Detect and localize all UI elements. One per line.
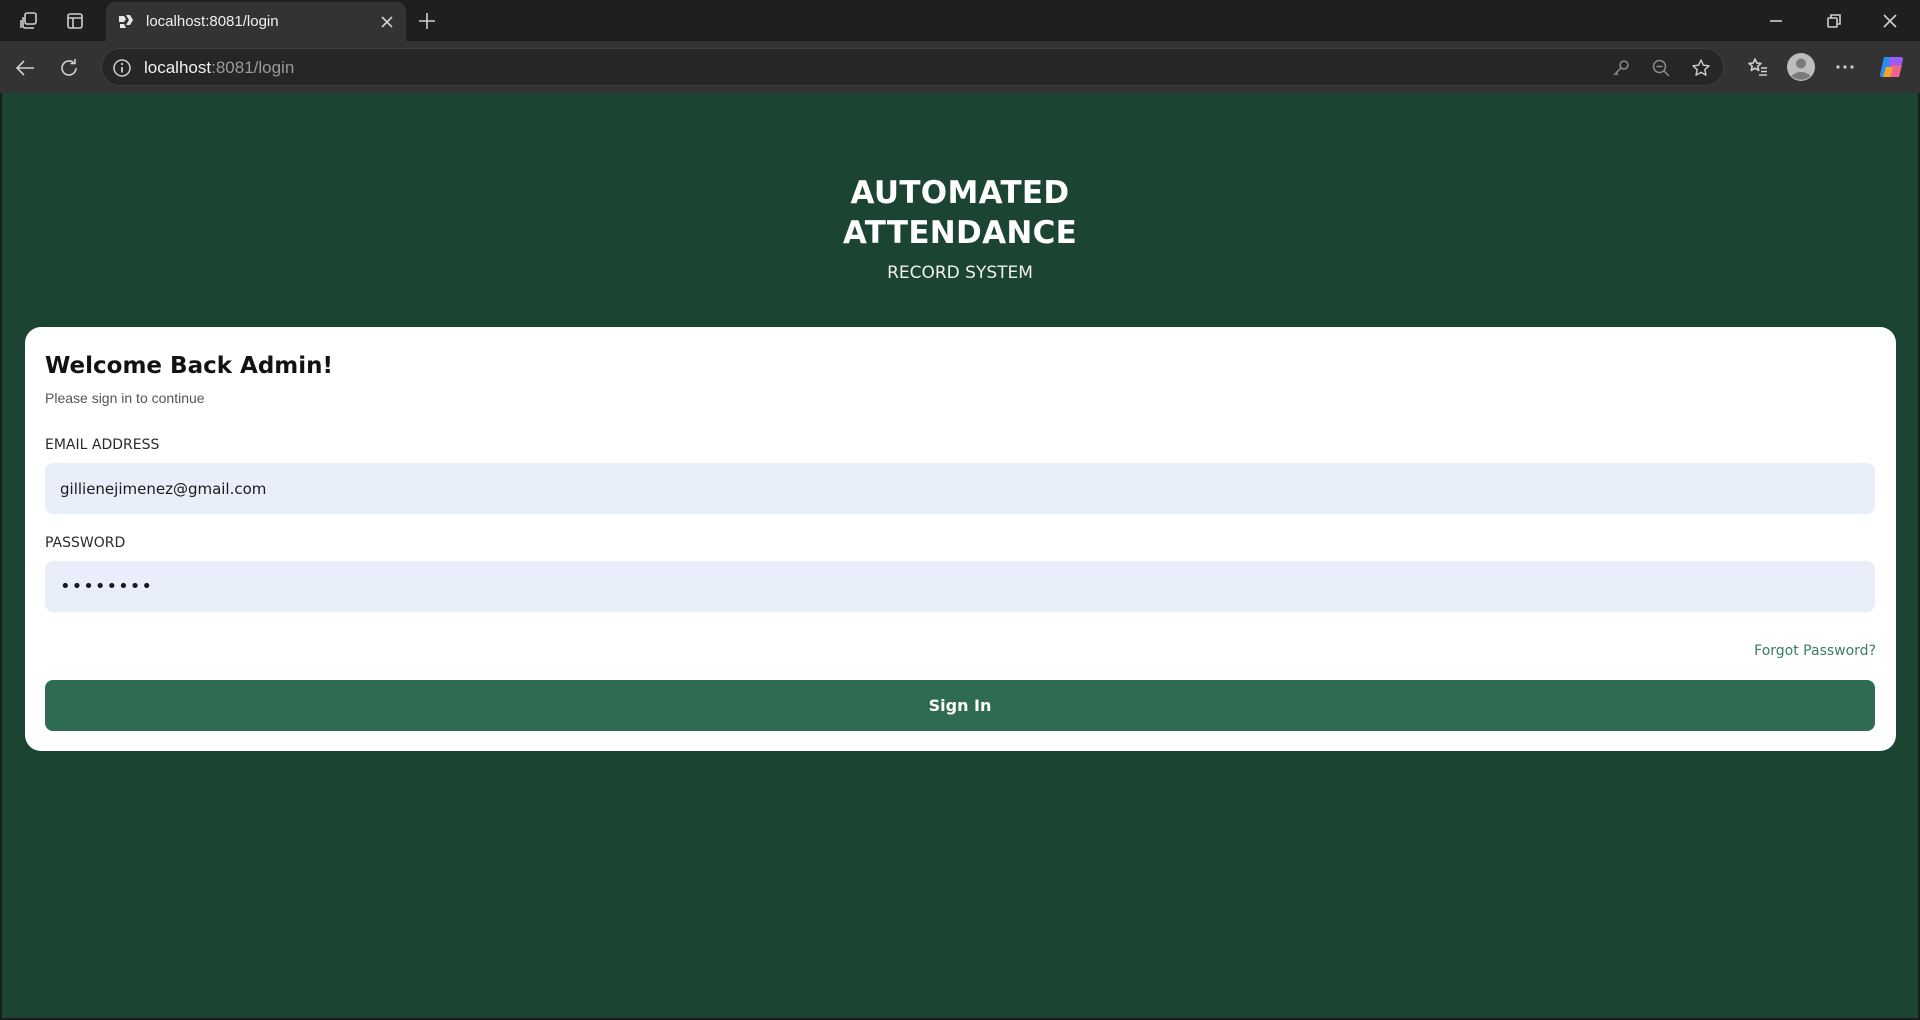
url-text[interactable]: localhost:8081/login — [144, 58, 294, 78]
tab-title: localhost:8081/login — [146, 13, 279, 30]
star-icon[interactable] — [1691, 58, 1711, 78]
login-card: Welcome Back Admin! Please sign in to co… — [25, 327, 1896, 751]
address-bar[interactable]: localhost:8081/login — [101, 48, 1724, 86]
more-icon[interactable] — [1830, 52, 1860, 82]
sign-in-button[interactable]: Sign In — [45, 680, 1875, 731]
page-viewport: AUTOMATED ATTENDANCE RECORD SYSTEM Welco… — [2, 93, 1918, 1018]
favorites-icon[interactable] — [1743, 52, 1773, 82]
app-title-line2: ATTENDANCE — [842, 215, 1078, 251]
tab-close-icon[interactable] — [376, 11, 398, 33]
reload-icon[interactable] — [54, 53, 84, 83]
site-info-icon[interactable] — [112, 58, 132, 78]
back-arrow-icon[interactable] — [10, 53, 40, 83]
active-tab[interactable]: localhost:8081/login — [106, 2, 406, 41]
profile-icon[interactable] — [1784, 50, 1818, 84]
password-label: PASSWORD — [45, 535, 126, 551]
zoom-out-icon[interactable] — [1651, 58, 1671, 78]
login-heading: Welcome Back Admin! — [45, 353, 334, 379]
app-subtitle: RECORD SYSTEM — [887, 263, 1033, 283]
app-title-line1: AUTOMATED — [850, 175, 1070, 211]
copilot-icon[interactable] — [1876, 51, 1908, 83]
navigation-bar: localhost:8081/login — [0, 41, 1920, 93]
workspaces-icon[interactable] — [16, 8, 42, 34]
email-field[interactable]: gillienejimenez@gmail.com — [45, 463, 1875, 514]
password-field[interactable]: •••••••• — [45, 561, 1875, 612]
new-tab-icon[interactable] — [414, 8, 440, 34]
brand-header: AUTOMATED ATTENDANCE RECORD SYSTEM — [2, 173, 1918, 283]
window-close-icon[interactable] — [1876, 8, 1904, 34]
minimize-icon[interactable] — [1762, 8, 1790, 34]
vertical-tabs-icon[interactable] — [62, 8, 88, 34]
tab-favicon — [119, 15, 133, 28]
login-subtext: Please sign in to continue — [45, 390, 205, 406]
key-icon[interactable] — [1611, 58, 1631, 78]
restore-icon[interactable] — [1820, 8, 1848, 34]
tab-strip: localhost:8081/login — [0, 0, 1920, 41]
email-label: EMAIL ADDRESS — [45, 437, 160, 453]
forgot-password-link[interactable]: Forgot Password? — [1754, 643, 1876, 659]
